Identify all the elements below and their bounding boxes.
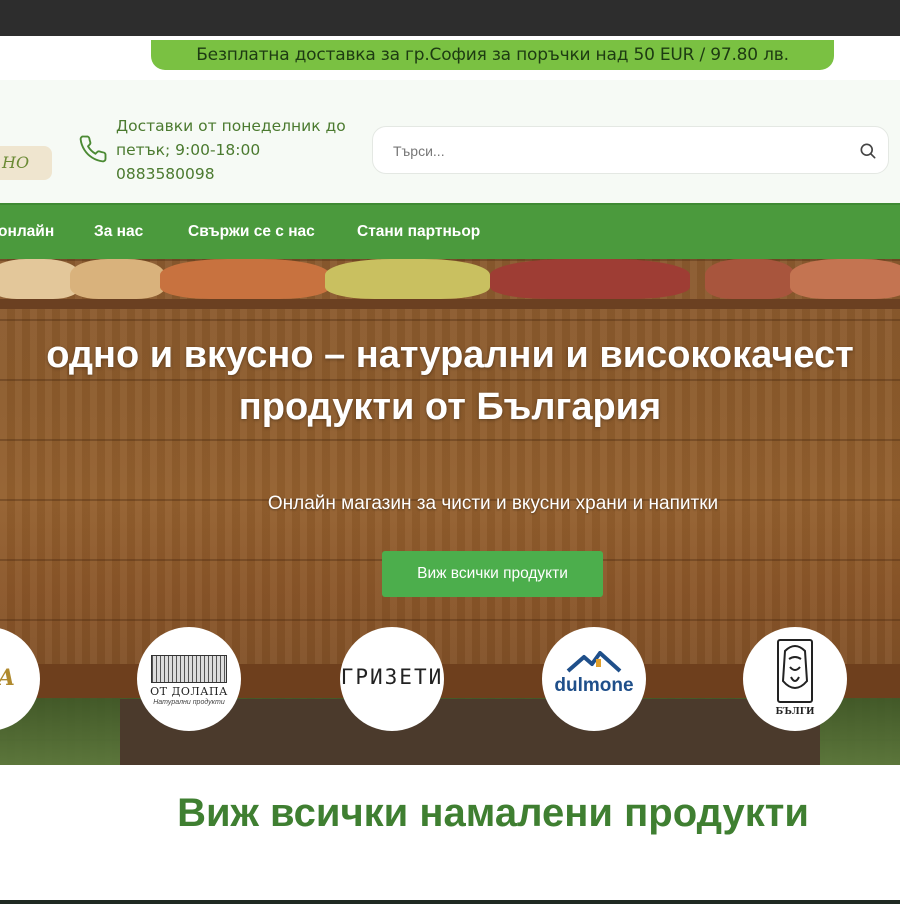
brand-logo-ot-dolapa[interactable]: ОТ ДОЛАПА Натурални продукти	[137, 627, 241, 731]
hero-produce	[160, 259, 330, 299]
phone-number[interactable]: 0883580098	[116, 162, 346, 186]
hero-title: одно и вкусно – натурални и висококачест…	[0, 329, 900, 433]
hero-produce	[490, 259, 690, 299]
delivery-hours-line2: петък; 9:00-18:00	[116, 141, 261, 159]
brand-logo-grizeti[interactable]: ГРИЗЕТИ	[340, 627, 444, 731]
hero-title-line1: одно и вкусно – натурални и висококачест	[46, 334, 854, 376]
page-bottom-edge	[0, 900, 900, 904]
brand-logo-dulmone[interactable]: dulmone	[542, 627, 646, 731]
brand-1-name: НА	[0, 665, 26, 691]
view-all-products-button[interactable]: Виж всички продукти	[382, 551, 603, 597]
portrait-icon	[777, 639, 813, 703]
cupboard-icon	[151, 655, 227, 683]
main-navigation: онлайн За нас Свържи се с нас Стани парт…	[0, 203, 900, 259]
hero-produce	[790, 259, 900, 299]
brand-logo-bulgi[interactable]: БЪЛГИ	[743, 627, 847, 731]
phone-icon	[78, 134, 108, 164]
hero-banner: одно и вкусно – натурални и висококачест…	[0, 259, 900, 765]
site-header: НО Доставки от понеделник до петък; 9:00…	[0, 80, 900, 203]
crate-rim	[0, 299, 900, 309]
brand-logo-1[interactable]: НА	[0, 627, 40, 731]
site-logo[interactable]: НО	[0, 146, 52, 180]
search-icon[interactable]	[858, 141, 878, 161]
search-box[interactable]	[372, 126, 889, 174]
free-delivery-banner: Безплатна доставка за гр.София за поръчк…	[151, 40, 834, 70]
hero-produce	[0, 259, 80, 299]
nav-item-online[interactable]: онлайн	[0, 205, 54, 259]
brand-grizeti-name: ГРИЗЕТИ	[340, 665, 444, 689]
hero-produce	[325, 259, 490, 299]
hero-subtitle: Онлайн магазин за чисти и вкусни храни и…	[267, 493, 719, 514]
hero-produce	[705, 259, 795, 299]
hero-produce	[70, 259, 165, 299]
delivery-hours-line1: Доставки от понеделник до	[116, 117, 346, 135]
brand-ot-dolapa-tagline: Натурални продукти	[153, 699, 225, 706]
nav-item-partner[interactable]: Стани партньор	[357, 205, 480, 259]
web-page: Безплатна доставка за гр.София за поръчк…	[0, 36, 900, 900]
search-input[interactable]	[393, 139, 833, 163]
brand-bulgi-name: БЪЛГИ	[775, 707, 815, 717]
brand-ot-dolapa-name: ОТ ДОЛАПА	[150, 685, 228, 698]
contact-info: Доставки от понеделник до петък; 9:00-18…	[116, 114, 346, 186]
promo-bar-area: Безплатна доставка за гр.София за поръчк…	[0, 36, 900, 80]
brand-dulmone-name: dulmone	[554, 675, 634, 696]
nav-item-about[interactable]: За нас	[94, 205, 143, 259]
browser-top-bar	[0, 0, 900, 36]
hero-title-line2: продукти от България	[238, 386, 662, 428]
discounted-products-heading[interactable]: Виж всички намалени продукти	[0, 791, 900, 836]
mountain-icon	[566, 651, 622, 678]
nav-item-contact[interactable]: Свържи се с нас	[188, 205, 315, 259]
